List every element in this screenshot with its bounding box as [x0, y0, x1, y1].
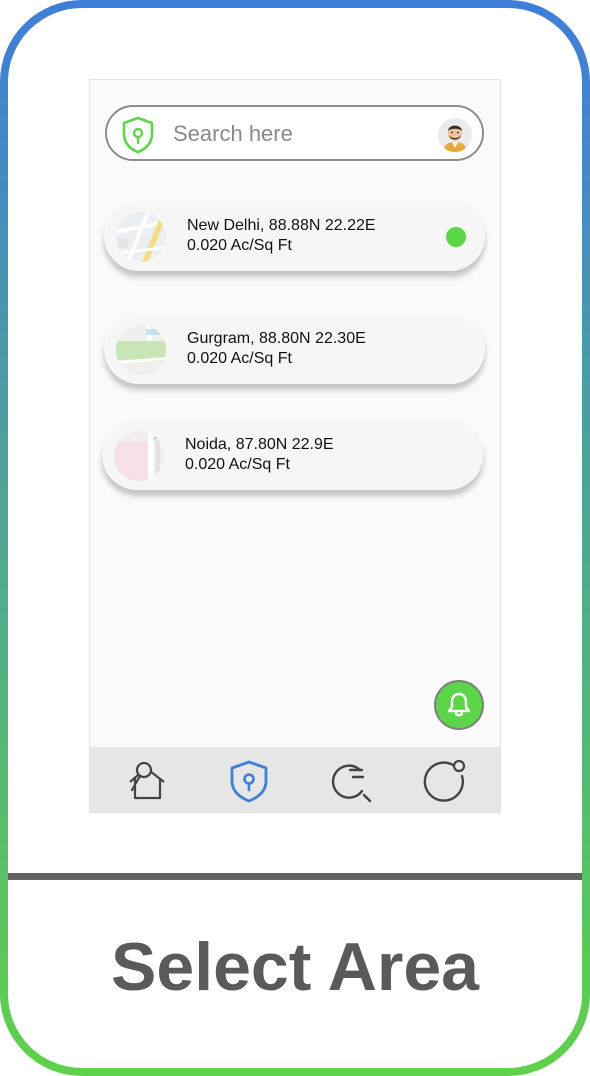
shield-pin-icon	[122, 116, 154, 154]
divider	[8, 873, 582, 880]
nav-home[interactable]	[124, 758, 170, 804]
selected-indicator	[446, 227, 466, 247]
user-avatar-icon	[438, 118, 472, 152]
shield-pin-icon	[230, 760, 268, 803]
profile-circle-icon	[423, 759, 466, 802]
avatar[interactable]	[438, 118, 472, 152]
location-area: 0.020 Ac/Sq Ft	[187, 350, 292, 367]
home-pin-icon	[129, 761, 165, 800]
map-thumbnail	[116, 212, 166, 262]
phone-screen: New Delhi, 88.88N 22.22E 0.020 Ac/Sq Ft …	[89, 79, 501, 813]
search-list-icon	[331, 764, 372, 803]
nav-search[interactable]	[328, 758, 374, 804]
location-card-noida[interactable]: Noida, 87.80N 22.9E 0.020 Ac/Sq Ft	[102, 420, 483, 490]
location-area: 0.020 Ac/Sq Ft	[187, 237, 292, 254]
map-thumbnail	[116, 325, 166, 375]
search-input[interactable]	[173, 119, 423, 149]
location-title: Gurgram, 88.80N 22.30E	[187, 330, 366, 347]
notifications-button[interactable]	[434, 680, 484, 730]
nav-shield[interactable]	[226, 758, 272, 804]
map-thumbnail	[114, 431, 164, 481]
bell-icon	[447, 692, 471, 717]
location-title: New Delhi, 88.88N 22.22E	[187, 217, 376, 234]
location-card-gurgram[interactable]: Gurgram, 88.80N 22.30E 0.020 Ac/Sq Ft	[104, 314, 485, 384]
nav-profile[interactable]	[422, 758, 468, 804]
search-bar[interactable]	[105, 105, 484, 161]
location-area: 0.020 Ac/Sq Ft	[185, 456, 290, 473]
bottom-nav	[90, 747, 500, 812]
caption-title: Select Area	[111, 929, 479, 1005]
location-card-new-delhi[interactable]: New Delhi, 88.88N 22.22E 0.020 Ac/Sq Ft	[104, 201, 485, 271]
location-title: Noida, 87.80N 22.9E	[185, 436, 334, 453]
